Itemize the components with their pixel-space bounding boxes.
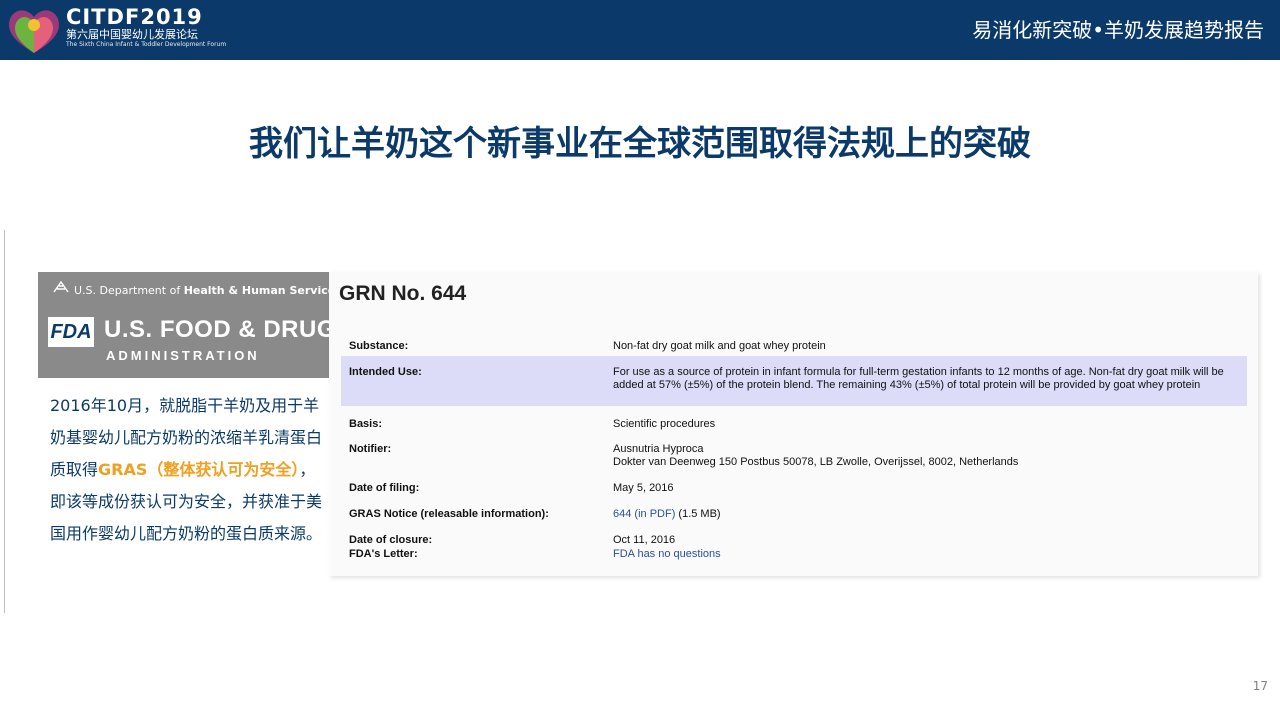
fda-name: U.S. FOOD & DRUG [104, 316, 337, 343]
grn-row-date-of-filing: Date of filing: May 5, 2016 [341, 482, 1247, 498]
fda-logo-panel: U.S. Department of Health & Human Servic… [38, 272, 342, 378]
grn-row-gras-notice: GRAS Notice (releasable information): 64… [341, 508, 1247, 524]
brand-name: CITDF2019 [66, 5, 203, 29]
gras-pdf-link[interactable]: 644 (in PDF) [613, 508, 675, 520]
grn-value: 644 (in PDF) (1.5 MB) [613, 508, 1241, 521]
grn-notice-panel: GRN No. 644 Substance: Non-fat dry goat … [329, 272, 1258, 576]
forum-brand: CITDF2019 第六届中国婴幼儿发展论坛 The Sixth China I… [66, 6, 226, 49]
grn-value: FDA has no questions [613, 548, 1241, 561]
fda-letter-link[interactable]: FDA has no questions [613, 548, 721, 560]
grn-value: For use as a source of protein in infant… [613, 366, 1224, 391]
grn-value: Non-fat dry goat milk and goat whey prot… [613, 340, 826, 352]
grn-heading: GRN No. 644 [339, 282, 467, 305]
hhs-line: U.S. Department of Health & Human Servic… [52, 280, 342, 300]
grn-row-intended-use: Intended Use: For use as a source of pro… [341, 356, 1247, 406]
grn-value: May 5, 2016 [613, 482, 674, 494]
fda-badge: FDA [48, 317, 94, 347]
grn-label: Intended Use: [349, 366, 422, 378]
desc-highlight: GRAS（整体获认可为安全） [98, 460, 300, 479]
hhs-prefix: U.S. Department of [74, 284, 184, 297]
grn-value: Scientific procedures [613, 418, 716, 430]
hhs-bold: Health & Human Services [183, 284, 342, 297]
grn-label: Basis: [349, 418, 383, 430]
grn-label: Substance: [349, 340, 409, 352]
forum-logo [9, 10, 59, 54]
grn-row-basis: Basis: Scientific procedures [341, 418, 1247, 434]
page-number: 17 [1252, 679, 1268, 693]
gras-description: 2016年10月，就脱脂干羊奶及用于羊奶基婴幼儿配方奶粉的浓缩羊乳清蛋白质取得G… [50, 390, 326, 550]
left-divider [4, 230, 5, 613]
notifier-name: Ausnutria Hyproca [613, 443, 704, 455]
brand-english-name: The Sixth China Infant & Toddler Develop… [66, 41, 227, 48]
hhs-eagle-icon [52, 280, 70, 300]
slide-title: 我们让羊奶这个新事业在全球范围取得法规上的突破 [249, 124, 1031, 164]
report-title: 易消化新突破•羊奶发展趋势报告 [972, 18, 1264, 42]
grn-row-substance: Substance: Non-fat dry goat milk and goa… [341, 340, 1247, 356]
grn-label: Date of filing: [349, 482, 420, 494]
gras-pdf-size: (1.5 MB) [675, 508, 721, 520]
fda-administration: ADMINISTRATION [106, 348, 260, 363]
notifier-address: Dokter van Deenweg 150 Postbus 50078, LB… [613, 456, 1019, 468]
brand-chinese-name: 第六届中国婴幼儿发展论坛 [66, 28, 198, 41]
grn-value: Oct 11, 2016 [613, 534, 676, 546]
grn-row-notifier: Notifier: Ausnutria Hyproca Dokter van D… [341, 443, 1247, 473]
grn-value: Ausnutria Hyproca Dokter van Deenweg 150… [613, 443, 1241, 469]
header-bar: CITDF2019 第六届中国婴幼儿发展论坛 The Sixth China I… [0, 0, 1280, 60]
grn-label: FDA's Letter: [349, 548, 418, 560]
grn-label: Notifier: [349, 443, 392, 455]
grn-label: Date of closure: [349, 534, 433, 546]
grn-label: GRAS Notice (releasable information): [349, 508, 549, 520]
grn-row-fda-letter: FDA's Letter: FDA has no questions [341, 548, 1247, 564]
